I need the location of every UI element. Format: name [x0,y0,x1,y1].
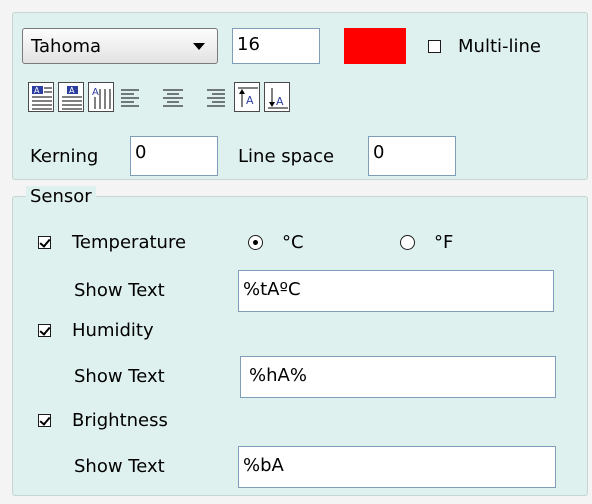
brightness-show-text-label: Show Text [74,456,165,477]
align-right-icon [207,89,225,107]
svg-text:A: A [92,87,99,98]
valign-bottom-icon: A [268,88,288,109]
align-left-icon [121,89,139,107]
temperature-label: Temperature [72,232,187,253]
kerning-label: Kerning [30,146,99,167]
line-space-input[interactable]: 0 [368,136,456,176]
font-family-dropdown[interactable]: Tahoma [22,28,218,64]
vertical-text-icon: A [92,87,111,109]
svg-text:A: A [276,95,284,108]
celsius-radio[interactable] [248,235,263,250]
align-top-left-icon: A [32,86,52,110]
line-space-label: Line space [238,146,335,167]
align-top-center-button[interactable]: A [58,82,84,112]
multiline-label: Multi-line [458,36,541,57]
font-size-input[interactable]: 16 [232,28,320,64]
align-right-button[interactable] [202,82,228,112]
humidity-checkbox[interactable] [38,324,51,337]
brightness-label: Brightness [72,410,168,431]
humidity-label: Humidity [72,320,154,341]
temperature-text-input[interactable]: %tAºC [238,270,554,312]
brightness-text-input[interactable]: %bA [238,446,556,488]
svg-text:A: A [246,94,254,107]
valign-bottom-button[interactable]: A [264,82,290,112]
svg-text:A: A [34,86,40,95]
font-family-value: Tahoma [31,35,102,57]
humidity-show-text-label: Show Text [74,366,165,387]
celsius-label: °C [282,232,304,253]
humidity-text-input[interactable]: %hA% [240,356,556,398]
svg-text:A: A [69,86,75,95]
align-left-button[interactable] [118,82,144,112]
align-top-left-button[interactable]: A [28,82,54,112]
align-center-button[interactable] [160,82,186,112]
align-center-icon [163,89,183,107]
temperature-checkbox[interactable] [38,236,51,249]
multiline-checkbox[interactable] [428,40,441,53]
brightness-checkbox[interactable] [38,414,51,427]
fahrenheit-label: °F [434,232,454,253]
temperature-show-text-label: Show Text [74,280,165,301]
valign-top-button[interactable]: A [234,82,260,112]
font-color-swatch[interactable] [344,28,406,64]
chevron-down-icon [193,43,205,50]
kerning-input[interactable]: 0 [130,136,218,176]
valign-top-icon: A [238,87,258,107]
sensor-legend: Sensor [26,186,96,208]
vertical-text-button[interactable]: A [88,82,114,112]
fahrenheit-radio[interactable] [400,235,415,250]
align-top-center-icon: A [62,86,82,110]
